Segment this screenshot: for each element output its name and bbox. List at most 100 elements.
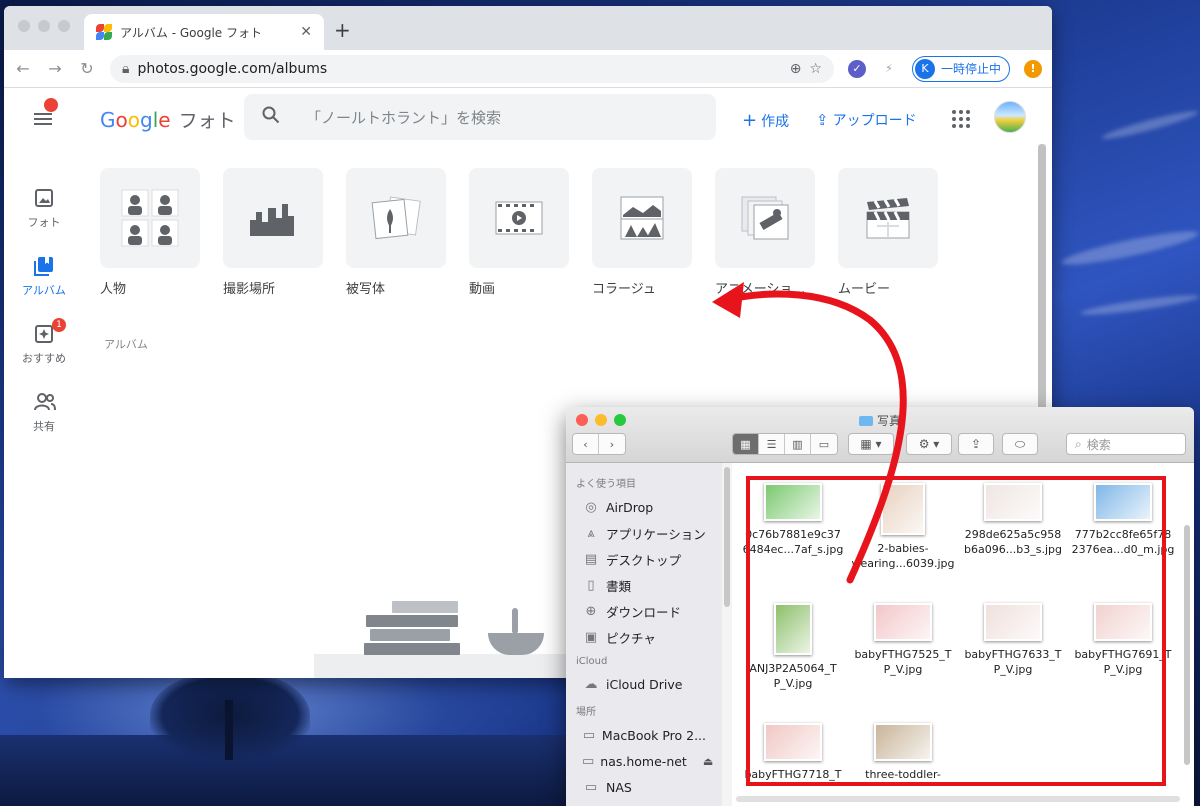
nav-item-photos[interactable]: フォト [14,188,74,230]
finder-back-forward: ‹ › [572,433,626,455]
photos-search-bar[interactable]: 「ノールトホラント」を検索 [244,94,716,140]
category-people[interactable]: 人物 [100,168,200,297]
forward-icon[interactable]: › [599,434,625,454]
sidebar-item[interactable]: ▭ nas.home-net ⏏ [566,748,722,774]
category-things[interactable]: 被写体 [346,168,446,297]
share-icon: ⇪ [970,437,982,451]
icon-view-icon[interactable]: ▦ [733,434,759,454]
sidebar-item[interactable]: ☁ iCloud Drive [566,671,722,697]
sidebar-item[interactable]: ⊕ ダウンロード [566,598,722,624]
downloads-icon: ⊕ [585,604,597,619]
profile-paused-button[interactable]: K 一時停止中 [911,55,1010,82]
group-by-button[interactable]: ▦ ▾ [848,433,894,455]
server-icon: ▭ [584,780,598,795]
sidebar-item-label: nas.home-net [600,753,687,769]
places-icon [223,168,323,268]
back-icon[interactable]: ← [14,59,32,78]
profile-avatar: K [914,58,935,79]
collage-icon [592,168,692,268]
photos-side-nav: フォト アルバム 1 おすすめ 共有 [14,188,74,460]
alert-icon[interactable]: ! [1024,59,1042,78]
sidebar-scrollbar[interactable] [722,463,732,806]
sidebar-item-label: AirDrop [606,499,654,515]
google-apps-icon[interactable] [952,110,970,128]
sidebar-item-label: アプリケーション [606,526,706,542]
bookmark-star-icon[interactable]: ☆ [809,61,822,77]
column-view-icon[interactable]: ▥ [785,434,811,454]
sidebar-item[interactable]: ▤ デスクトップ [566,546,722,572]
gear-icon: ⚙ ▾ [918,437,940,451]
wallpaper-cloud [1059,225,1200,271]
sidebar-item[interactable]: ⩓ アプリケーション [566,520,722,546]
category-videos[interactable]: 動画 [469,168,569,297]
empty-state-book [366,615,458,627]
sidebar-item-label: ピクチャ [606,630,656,646]
google-photos-logo[interactable]: Google フォト [100,106,236,133]
search-placeholder: 「ノールトホラント」を検索 [306,108,502,127]
view-mode-selector: ▦ ☰ ▥ ▭ [732,433,838,455]
nav-item-sharing[interactable]: 共有 [14,392,74,434]
share-button[interactable]: ⇪ [958,433,994,455]
sidebar-item-label: iCloud Drive [606,676,683,692]
sidebar-item[interactable]: ▭ MacBook Pro 2... [566,722,722,748]
category-places[interactable]: 撮影場所 [223,168,323,297]
search-icon: ⌕ [1075,436,1082,451]
upload-button[interactable]: ⇪ アップロード [816,110,917,130]
profile-status-label: 一時停止中 [940,62,1001,76]
category-movies[interactable]: ムービー [838,168,938,297]
tag-icon: ⬭ [1014,436,1026,451]
nav-item-albums[interactable]: アルバム [14,256,74,298]
airdrop-icon: ◎ [585,500,597,515]
wallpaper-cloud [1100,107,1200,143]
nav-item-suggestions[interactable]: 1 おすすめ [14,318,74,366]
extension-check-icon[interactable]: ✓ [847,59,866,78]
albums-section-label: アルバム [104,338,148,351]
tab-title: アルバム - Google フォト [120,25,262,40]
add-icon[interactable]: ⊕ [790,61,802,77]
empty-state-cactus [512,608,518,634]
sidebar-item[interactable]: ◎ AirDrop [566,494,722,520]
eject-icon[interactable]: ⏏ [703,755,713,768]
account-avatar[interactable] [994,101,1026,133]
google-photos-favicon-icon [96,24,112,40]
plus-icon: + [742,110,758,131]
main-menu-icon[interactable] [34,110,52,128]
browser-tab-albums[interactable]: アルバム - Google フォト ✕ [84,14,324,50]
tab-close-icon[interactable]: ✕ [300,24,312,40]
animation-icon [715,168,815,268]
reload-icon[interactable]: ↻ [78,59,96,78]
people-icon [34,392,56,412]
category-collages[interactable]: コラージュ [592,168,692,297]
action-gear-button[interactable]: ⚙ ▾ [906,433,952,455]
server-icon: ▭ [582,754,595,769]
address-bar[interactable]: 🔒︎ photos.google.com/albums ⊕ ☆ [110,54,834,83]
sidebar-item-label: NAS [606,779,632,795]
file-area-vertical-scrollbar[interactable] [1184,525,1190,765]
zoom-window-button[interactable] [58,20,70,32]
back-icon[interactable]: ‹ [573,434,599,454]
wallpaper-cloud [1079,291,1200,319]
close-window-button[interactable] [18,20,30,32]
new-tab-button[interactable]: + [334,18,351,42]
tags-button[interactable]: ⬭ [1002,433,1038,455]
gallery-view-icon[interactable]: ▭ [811,434,837,454]
extension-bolt-icon[interactable]: ⚡︎ [880,60,898,78]
finder-search-field[interactable]: ⌕ 検索 [1066,433,1186,455]
wallpaper-tree-trunk [225,700,233,760]
file-area-horizontal-scrollbar[interactable] [736,796,1180,802]
lock-icon: 🔒︎ [122,60,130,77]
people-faces-icon [100,168,200,268]
sidebar-item[interactable]: ▭ NAS [566,774,722,800]
sidebar-section-label: よく使う項目 [576,479,636,490]
movie-icon [838,168,938,268]
sidebar-item-label: ダウンロード [606,604,682,620]
sidebar-item[interactable]: ▣ ピクチャ [566,624,722,650]
suggestions-icon [34,324,54,344]
list-view-icon[interactable]: ☰ [759,434,785,454]
sidebar-item[interactable]: ▯ 書類 [566,572,722,598]
forward-icon[interactable]: → [46,59,64,78]
minimize-window-button[interactable] [38,20,50,32]
create-button[interactable]: + 作成 [742,110,789,131]
category-animations[interactable]: アニメーショ… [715,168,815,297]
upload-icon: ⇪ [816,111,829,129]
